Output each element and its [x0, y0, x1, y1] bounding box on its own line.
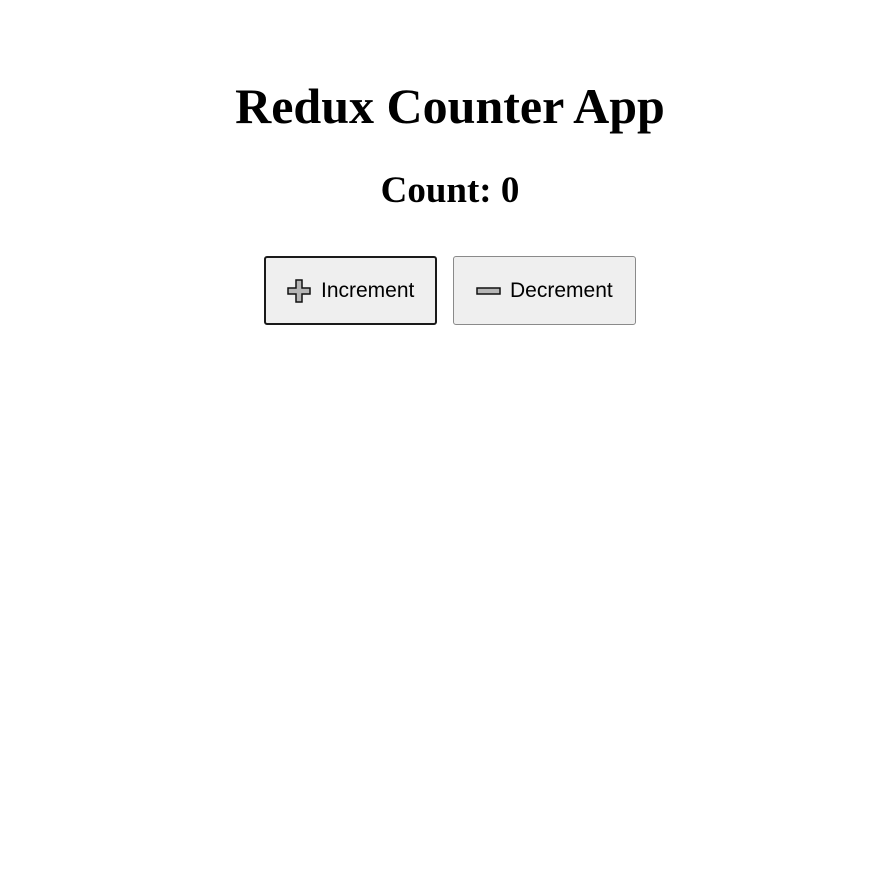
- decrement-label: Decrement: [510, 278, 613, 302]
- increment-button[interactable]: Increment: [264, 256, 437, 325]
- increment-label: Increment: [321, 278, 415, 302]
- plus-icon: [286, 278, 312, 304]
- page-title: Redux Counter App: [235, 78, 665, 134]
- count-label: Count:: [380, 170, 492, 211]
- decrement-button[interactable]: Decrement: [453, 256, 636, 325]
- count-value: 0: [500, 170, 520, 211]
- count-display: Count: 0: [0, 170, 883, 212]
- minus-icon: [475, 278, 501, 304]
- counter-app: Redux Counter App Count: 0 Increment Dec…: [0, 0, 883, 874]
